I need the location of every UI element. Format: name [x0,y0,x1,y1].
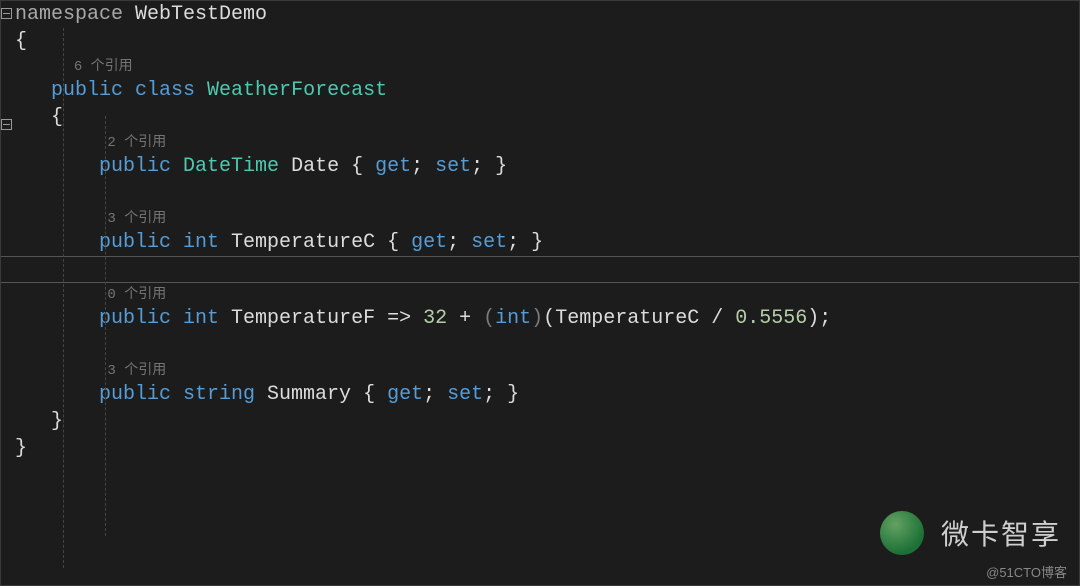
footer-credit: @51CTO博客 [986,562,1067,581]
blank-line [15,180,1079,207]
watermark-text: 微卡智享 [941,513,1061,553]
fold-toggle-class[interactable] [1,119,12,130]
code-line: public DateTime Date { get; set; } [15,153,1079,180]
codelens-references[interactable]: 3 个引用 [15,359,1079,381]
code-line: public class WeatherForecast [15,77,1079,104]
indent-guide [63,28,64,568]
indent-guide [105,116,106,536]
code-line: { [15,28,1079,55]
codelens-references[interactable]: 3 个引用 [15,207,1079,229]
codelens-references[interactable]: 2 个引用 [15,131,1079,153]
watermark-logo-icon [880,511,924,555]
code-line: public string Summary { get; set; } [15,381,1079,408]
code-editor[interactable]: namespace WebTestDemo { 6 个引用 public cla… [15,1,1079,462]
code-line: } [15,408,1079,435]
current-line-highlight [1,256,1079,283]
fold-gutter [1,1,13,585]
blank-line [15,332,1079,359]
code-line: public int TemperatureC { get; set; } [15,229,1079,256]
code-line: namespace WebTestDemo [15,1,1079,28]
codelens-references[interactable]: 6 个引用 [15,55,1079,77]
code-line: { [15,104,1079,131]
codelens-references[interactable]: 0 个引用 [15,283,1079,305]
code-line: } [15,435,1079,462]
fold-toggle-namespace[interactable] [1,8,12,19]
code-line: public int TemperatureF => 32 + (int)(Te… [15,305,1079,332]
